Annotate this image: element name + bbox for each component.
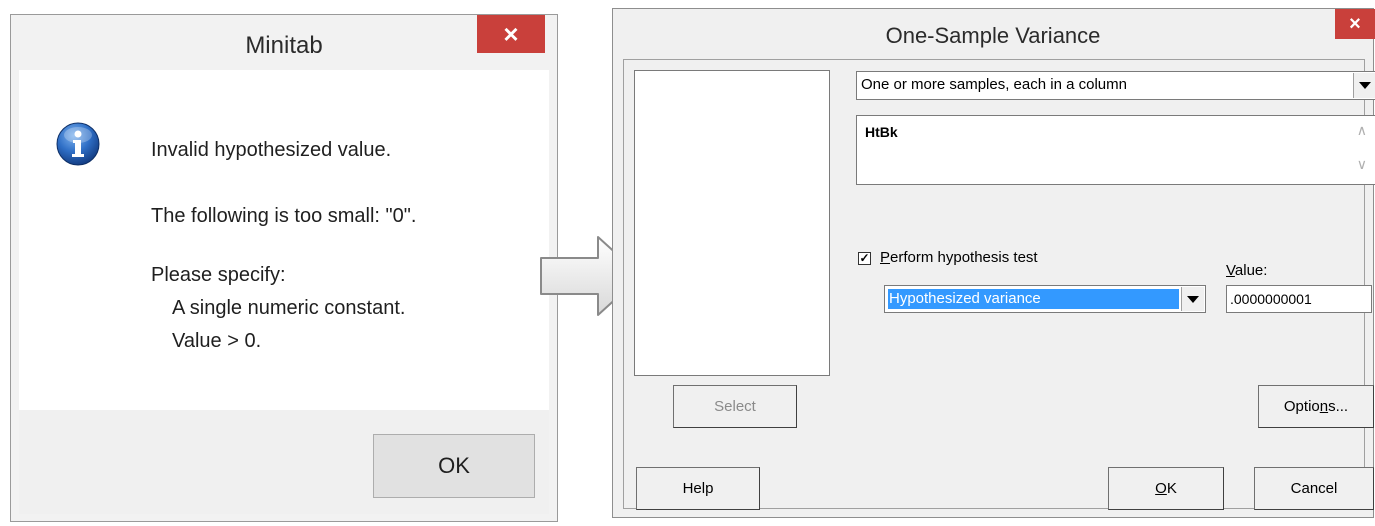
ok-button[interactable]: OK [373, 434, 535, 498]
close-icon: × [503, 19, 519, 49]
close-button[interactable]: × [1335, 9, 1375, 39]
message-requirement-2: Value > 0. [172, 330, 262, 352]
message-area [19, 70, 549, 410]
message-requirement-1: A single numeric constant. [172, 297, 406, 319]
chevron-down-icon[interactable] [1181, 287, 1204, 311]
info-icon [56, 122, 100, 166]
scroll-down-icon[interactable]: ∨ [1357, 156, 1367, 173]
ok-button[interactable]: OK [1108, 467, 1224, 510]
message-detail: The following is too small: "0". [151, 205, 417, 227]
samples-value: HtBk [865, 124, 898, 140]
test-type-dropdown[interactable]: Hypothesized variance [884, 285, 1206, 313]
variables-list[interactable] [634, 70, 830, 376]
dialog-title: One-Sample Variance [885, 23, 1101, 48]
perform-test-checkbox[interactable]: ✓ [858, 252, 871, 265]
chevron-down-icon[interactable] [1353, 73, 1375, 98]
close-icon: × [1349, 13, 1361, 35]
scroll-up-icon[interactable]: ∧ [1357, 122, 1367, 139]
select-button[interactable]: Select [673, 385, 797, 428]
data-mode-dropdown[interactable]: One or more samples, each in a column [856, 71, 1375, 100]
samples-input[interactable]: HtBk ∧ ∨ [856, 115, 1375, 185]
message-heading: Invalid hypothesized value. [151, 139, 392, 161]
value-label: Value: [1226, 262, 1268, 279]
cancel-button[interactable]: Cancel [1254, 467, 1374, 510]
test-type-value: Hypothesized variance [889, 290, 1041, 307]
dialog-title: Minitab [245, 32, 323, 59]
hypothesized-value-input[interactable]: .0000000001 [1226, 285, 1372, 313]
data-mode-value: One or more samples, each in a column [861, 76, 1127, 93]
options-button[interactable]: Options... [1258, 385, 1374, 428]
message-instruction: Please specify: [151, 264, 286, 286]
help-button[interactable]: Help [636, 467, 760, 510]
dialog-titlebar: Minitab × [11, 15, 557, 70]
close-button[interactable]: × [477, 15, 545, 53]
perform-test-label[interactable]: Perform hypothesis test [880, 249, 1038, 266]
